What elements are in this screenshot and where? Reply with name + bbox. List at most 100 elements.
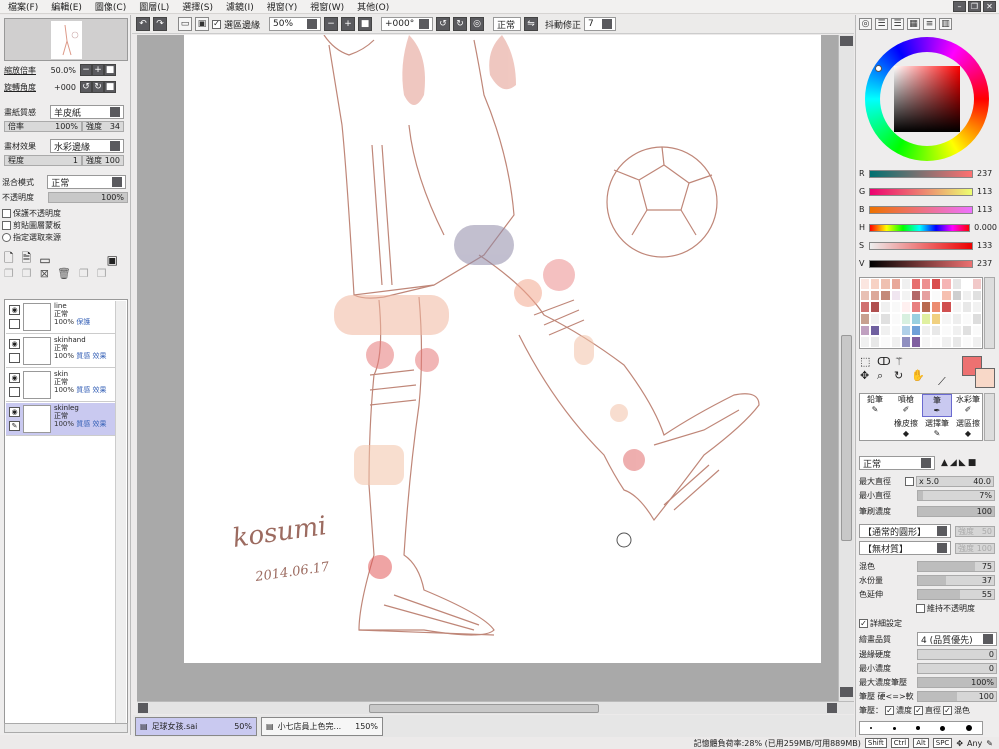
hardness-slider[interactable]: 100: [917, 691, 997, 702]
swatch-icon[interactable]: ▦: [907, 18, 920, 30]
paper-effect-select[interactable]: 水彩邊緣: [50, 139, 124, 153]
color-swatch[interactable]: [951, 336, 962, 348]
color-swatch[interactable]: [900, 324, 911, 337]
color-swatch[interactable]: [910, 289, 921, 302]
tool-pen[interactable]: 筆 ✒: [922, 394, 952, 417]
color-swatch[interactable]: [860, 336, 871, 348]
hsv-slider-icon[interactable]: ☰: [891, 18, 904, 30]
deselect-icon[interactable]: ▭: [178, 17, 192, 31]
lock-checkbox[interactable]: [9, 353, 20, 363]
protect-opacity-row[interactable]: 保護不透明度: [2, 208, 61, 219]
close-icon[interactable]: ✕: [983, 1, 996, 12]
zoom-in-icon[interactable]: +: [341, 17, 356, 31]
color-swatch[interactable]: [941, 289, 952, 302]
mode-select[interactable]: 正常: [493, 17, 522, 31]
transfer-layer-icon[interactable]: ❐: [22, 267, 32, 280]
merge-visible-icon[interactable]: ❐: [97, 267, 107, 280]
eye-icon[interactable]: ◉: [9, 339, 20, 349]
color-swatch[interactable]: [941, 312, 952, 325]
color-swatch[interactable]: [900, 289, 911, 302]
rotate-zero-icon[interactable]: ■: [104, 81, 116, 93]
zoom-plus-icon[interactable]: +: [92, 64, 104, 76]
color-wheel[interactable]: [865, 37, 989, 161]
color-swatch[interactable]: [880, 301, 891, 313]
color-swatch[interactable]: [971, 289, 982, 302]
color-swatch[interactable]: [951, 301, 962, 313]
paper-ratio-slider[interactable]: 倍率 100%: [4, 121, 82, 132]
menu-filter[interactable]: 濾鏡(I): [226, 0, 254, 13]
color-swatch[interactable]: [860, 301, 871, 313]
color-swatch[interactable]: [870, 336, 881, 348]
h-slider[interactable]: [868, 223, 971, 232]
color-swatch[interactable]: [910, 301, 921, 313]
effect-strength-slider[interactable]: 強度 100: [82, 155, 124, 166]
color-swatch[interactable]: [921, 278, 932, 290]
color-swatch[interactable]: [961, 301, 972, 313]
merge-down-icon[interactable]: ❐: [79, 267, 89, 280]
brush-shape-icons[interactable]: ▲◢◣■: [941, 458, 978, 468]
color-swatch[interactable]: [870, 301, 881, 313]
max-pressure-slider[interactable]: 100%: [917, 677, 997, 688]
layer-item[interactable]: ◉ skin 正常 100% 質感 效果: [6, 369, 116, 402]
texture-select[interactable]: 【無材質】: [859, 541, 951, 555]
rgb-slider-icon[interactable]: ☰: [875, 18, 888, 30]
color-swatch[interactable]: [890, 312, 901, 325]
color-swatch[interactable]: [900, 312, 911, 325]
clipping-checkbox[interactable]: [2, 221, 11, 230]
scroll-left-icon[interactable]: [138, 703, 148, 713]
blend-slider[interactable]: 75: [917, 561, 995, 572]
hue-marker[interactable]: [875, 65, 882, 72]
keep-opacity-row[interactable]: 維持不透明度: [916, 603, 975, 614]
color-swatch[interactable]: [870, 289, 881, 302]
clear-layer-icon[interactable]: ⊠: [40, 267, 49, 280]
detail-checkbox[interactable]: ✓: [859, 619, 868, 628]
tool-select-eraser[interactable]: 選區擦 ◆: [953, 418, 983, 441]
color-swatch[interactable]: [961, 289, 972, 302]
color-swatch[interactable]: [961, 312, 972, 325]
color-swatch[interactable]: [951, 312, 962, 325]
magic-wand-icon[interactable]: ⚚: [894, 355, 910, 368]
color-swatch[interactable]: [921, 312, 932, 325]
color-swatch[interactable]: [941, 324, 952, 337]
color-swatch[interactable]: [870, 324, 881, 337]
eye-icon[interactable]: ◉: [9, 373, 20, 383]
color-swatch[interactable]: [971, 312, 982, 325]
color-swatch[interactable]: [890, 278, 901, 290]
color-swatch[interactable]: [860, 289, 871, 302]
menu-window[interactable]: 視窗(W): [310, 0, 344, 13]
menu-view[interactable]: 視窗(Y): [267, 0, 298, 13]
opacity-slider[interactable]: 100%: [48, 192, 128, 203]
color-swatch[interactable]: [921, 324, 932, 337]
hscroll-thumb[interactable]: [369, 704, 599, 713]
brush-size-presets[interactable]: [859, 721, 983, 735]
canvas-hscroll[interactable]: [137, 701, 854, 714]
lock-checkbox[interactable]: [9, 319, 20, 329]
quality-select[interactable]: 4 (品質優先): [917, 632, 997, 646]
color-swatch[interactable]: [971, 278, 982, 290]
invert-selection-icon[interactable]: ▣: [195, 17, 209, 31]
paper-strength-slider[interactable]: 強度 34: [82, 121, 124, 132]
color-swatch[interactable]: [971, 324, 982, 337]
flip-icon[interactable]: ⇋: [524, 17, 539, 31]
menu-layer[interactable]: 圖層(L): [139, 0, 169, 13]
drawing-canvas[interactable]: kosumi 2014.06.17: [184, 35, 821, 663]
g-slider[interactable]: [869, 187, 973, 196]
copy-layer-icon[interactable]: ❐: [4, 267, 14, 280]
tab-document[interactable]: ▤ 足球女孩.sai 50%: [135, 716, 257, 736]
layer-hscroll[interactable]: [4, 723, 128, 733]
swatch-scrollbar[interactable]: [984, 277, 995, 349]
scratchpad-icon[interactable]: ▥: [939, 18, 952, 30]
color-swatch[interactable]: [931, 278, 942, 290]
menu-select[interactable]: 選擇(S): [182, 0, 213, 13]
hand-tool-icon[interactable]: ✋: [911, 369, 927, 383]
color-swatch[interactable]: [890, 336, 901, 348]
color-swatch-grid[interactable]: [859, 277, 983, 349]
rotate-reset-icon[interactable]: ◎: [470, 17, 485, 31]
delete-layer-icon[interactable]: 🗑: [57, 267, 71, 280]
canvas-vscroll[interactable]: [838, 35, 854, 712]
menu-image[interactable]: 圖像(C): [95, 0, 126, 13]
color-swatch[interactable]: [931, 336, 942, 348]
eyedropper-icon[interactable]: ⟋: [938, 375, 946, 389]
move-icon[interactable]: ✥: [860, 369, 876, 383]
paper-texture-select[interactable]: 羊皮紙: [50, 105, 124, 119]
